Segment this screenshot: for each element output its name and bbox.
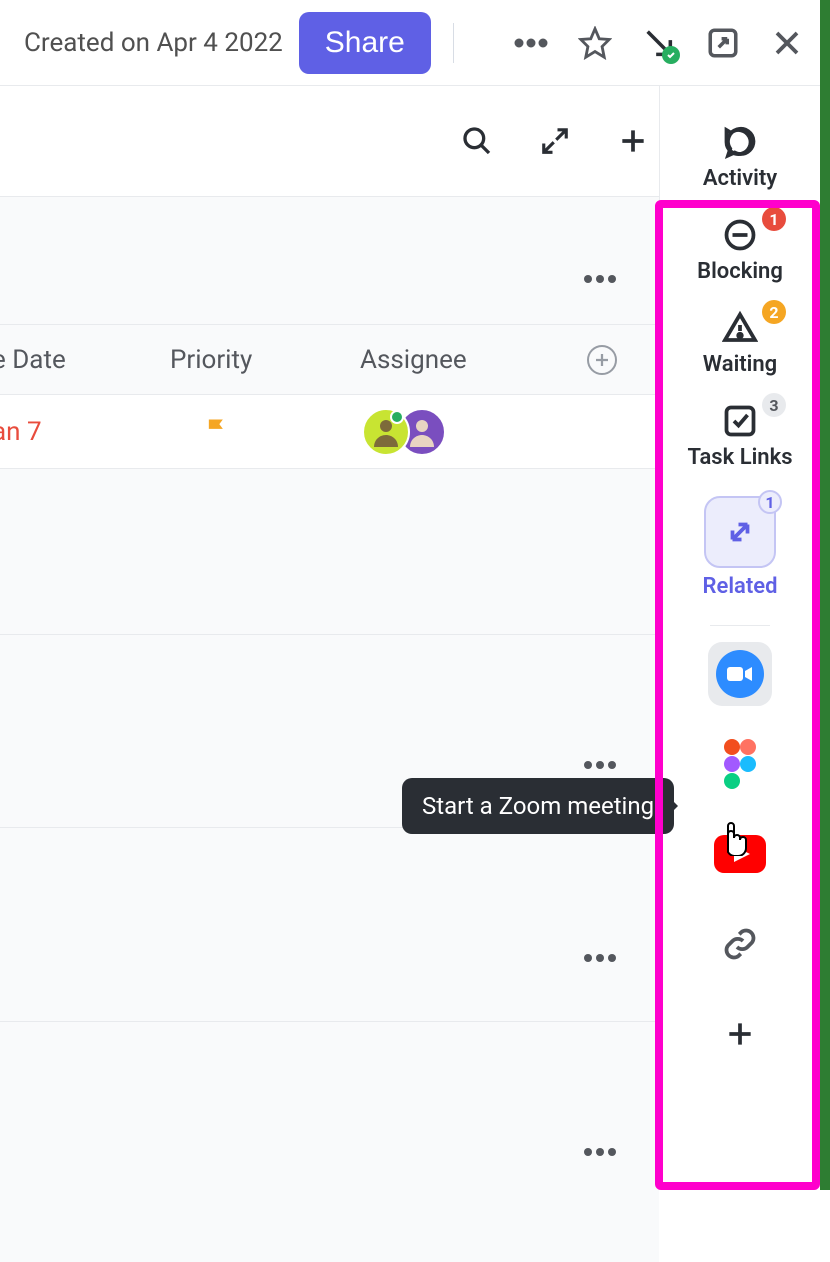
add-app-button[interactable] — [708, 1002, 772, 1066]
expand-icon[interactable] — [538, 124, 572, 158]
expand-window-icon[interactable] — [706, 26, 740, 60]
right-sidebar: Activity 1 Blocking 2 Waiting 3 Task Lin… — [659, 86, 820, 1190]
zoom-app-button[interactable] — [708, 642, 772, 706]
warning-icon — [722, 310, 758, 346]
sidebar-item-waiting[interactable]: 2 Waiting — [660, 296, 820, 387]
add-button[interactable] — [616, 124, 650, 158]
col-date-label: e Date — [0, 345, 66, 375]
sidebar-item-label: Waiting — [703, 352, 777, 377]
col-priority-label: Priority — [170, 345, 252, 375]
figma-icon — [722, 738, 758, 790]
sidebar-item-related[interactable]: 1 Related — [660, 482, 820, 609]
close-icon[interactable] — [770, 26, 804, 60]
badge: 1 — [762, 207, 786, 231]
assignee-avatars[interactable] — [362, 408, 446, 456]
divider — [453, 23, 454, 63]
sidebar-item-label: Activity — [703, 166, 777, 191]
related-tile[interactable]: 1 — [704, 496, 776, 568]
add-column-button[interactable] — [587, 345, 617, 375]
zoom-icon — [727, 665, 753, 683]
badge: 1 — [758, 490, 782, 514]
sidebar-item-blocking[interactable]: 1 Blocking — [660, 203, 820, 294]
swap-icon — [722, 514, 758, 550]
column-headers: e Date Priority Assignee — [0, 325, 659, 395]
badge: 2 — [762, 300, 786, 324]
blocking-icon — [722, 217, 758, 253]
link-icon — [722, 926, 758, 962]
chat-icon — [722, 124, 758, 160]
section-more-icon[interactable] — [583, 1142, 617, 1161]
created-on-label: Created on Apr 4 2022 — [24, 28, 283, 58]
check-square-icon — [722, 403, 758, 439]
window-edge — [820, 0, 830, 1190]
avatar[interactable] — [362, 408, 410, 456]
sidebar-item-label: Blocking — [697, 259, 783, 284]
link-app-button[interactable] — [708, 912, 772, 976]
star-icon[interactable] — [578, 26, 612, 60]
priority-flag-icon[interactable] — [203, 416, 231, 448]
figma-app-button[interactable] — [708, 732, 772, 796]
plus-icon — [724, 1018, 756, 1050]
sidebar-item-tasklinks[interactable]: 3 Task Links — [660, 389, 820, 480]
badge: 3 — [762, 393, 786, 417]
main-pane: e Date Priority Assignee an 7 — [0, 196, 659, 1190]
header-bar: Created on Apr 4 2022 Share — [0, 0, 830, 86]
presence-dot — [390, 410, 404, 424]
more-menu-button[interactable] — [514, 26, 548, 60]
sidebar-item-label: Task Links — [687, 445, 792, 470]
table-row[interactable]: an 7 — [0, 395, 659, 469]
youtube-app-button[interactable] — [708, 822, 772, 886]
col-assignee-label: Assignee — [360, 345, 467, 375]
tray-download-icon[interactable] — [642, 26, 676, 60]
section-more-icon[interactable] — [583, 948, 617, 967]
search-icon[interactable] — [460, 124, 494, 158]
due-date-cell[interactable]: an 7 — [0, 417, 42, 447]
divider — [710, 625, 770, 626]
youtube-icon — [714, 835, 766, 873]
tooltip: Start a Zoom meeting — [402, 778, 674, 834]
sidebar-item-activity[interactable]: Activity — [660, 110, 820, 201]
sidebar-item-label: Related — [703, 574, 778, 599]
section-more-icon[interactable] — [583, 755, 617, 774]
section-more-icon[interactable] — [583, 269, 617, 288]
share-button[interactable]: Share — [299, 12, 431, 74]
